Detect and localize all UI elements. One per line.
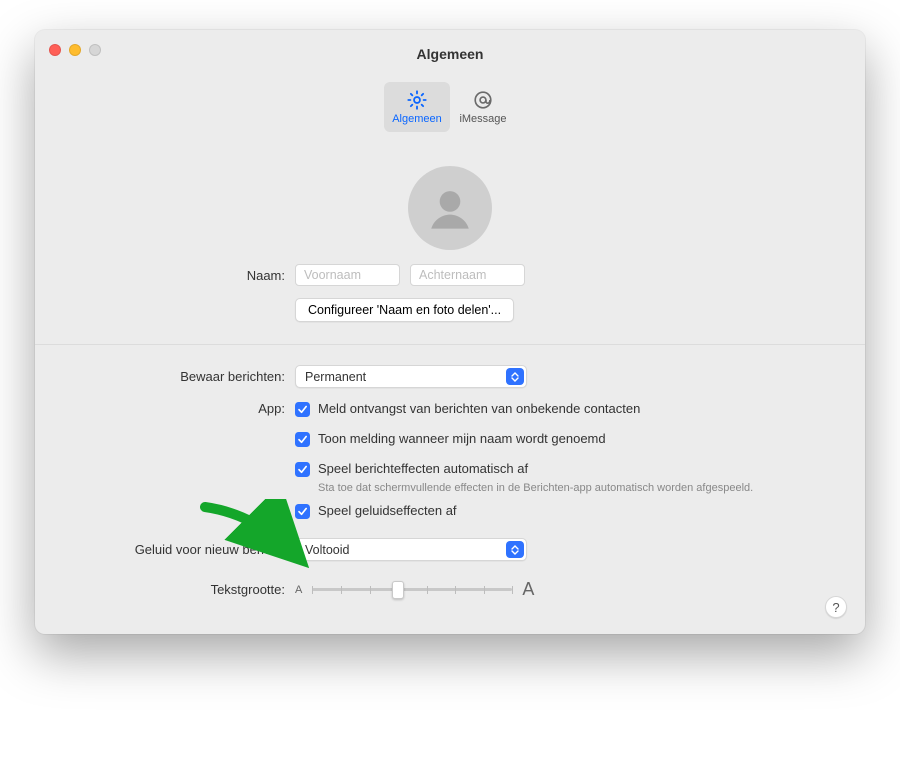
text-size-slider[interactable] [312, 580, 512, 600]
sound-value: Voltooid [305, 543, 349, 557]
tab-imessage-label: iMessage [459, 113, 506, 125]
help-button[interactable]: ? [825, 596, 847, 618]
close-button[interactable] [49, 44, 61, 56]
textsize-label: Tekstgrootte: [59, 582, 295, 597]
checkbox-sound-effects[interactable] [295, 504, 310, 519]
textsize-big: A [522, 579, 534, 600]
minimize-button[interactable] [69, 44, 81, 56]
content: Naam: Configureer 'Naam en foto delen'..… [35, 144, 865, 634]
row-text-size: Tekstgrootte: A A [59, 579, 841, 600]
tab-general-label: Algemeen [392, 113, 442, 125]
tab-bar: Algemeen iMessage [384, 82, 516, 132]
avatar[interactable] [408, 166, 492, 250]
row-configure: Configureer 'Naam en foto delen'... [59, 298, 841, 322]
gear-icon [406, 89, 428, 111]
effects-subtext: Sta toe dat schermvullende effecten in d… [318, 482, 841, 494]
name-label: Naam: [59, 268, 295, 283]
chevron-up-down-icon [506, 541, 524, 558]
check-row-unknown-contacts: Meld ontvangst van berichten van onbeken… [295, 398, 841, 420]
sound-label: Geluid voor nieuw bericht: [59, 542, 295, 557]
configure-name-photo-button[interactable]: Configureer 'Naam en foto delen'... [295, 298, 514, 322]
check-row-effects: Speel berichteffecten automatisch af [295, 458, 841, 480]
avatar-wrap [59, 166, 841, 250]
row-new-message-sound: Geluid voor nieuw bericht: Voltooid [59, 538, 841, 561]
first-name-input[interactable] [295, 264, 400, 286]
keep-label: Bewaar berichten: [59, 369, 295, 384]
checkbox-unknown-contacts[interactable] [295, 402, 310, 417]
app-label: App: [59, 398, 295, 416]
tab-imessage[interactable]: iMessage [450, 82, 516, 132]
row-keep-messages: Bewaar berichten: Permanent [59, 365, 841, 388]
checkbox-name-mentioned[interactable] [295, 432, 310, 447]
titlebar: Algemeen [35, 30, 865, 78]
last-name-input[interactable] [410, 264, 525, 286]
sound-effects-label: Speel geluidseffecten af [318, 503, 457, 518]
checkbox-effects[interactable] [295, 462, 310, 477]
zoom-button-disabled [89, 44, 101, 56]
slider-thumb[interactable] [392, 581, 404, 599]
traffic-lights [49, 44, 101, 56]
tab-general[interactable]: Algemeen [384, 82, 450, 132]
window-title: Algemeen [417, 46, 484, 62]
effects-label: Speel berichteffecten automatisch af [318, 461, 528, 476]
check-row-sound-effects: Speel geluidseffecten af [295, 500, 841, 522]
name-mentioned-label: Toon melding wanneer mijn naam wordt gen… [318, 431, 606, 446]
help-label: ? [832, 600, 839, 615]
row-name: Naam: [59, 264, 841, 286]
textsize-small: A [295, 584, 302, 596]
divider [35, 344, 865, 345]
new-message-sound-select[interactable]: Voltooid [295, 538, 527, 561]
at-icon [472, 89, 494, 111]
toolbar: Algemeen iMessage [35, 78, 865, 144]
chevron-up-down-icon [506, 368, 524, 385]
check-row-name-mentioned: Toon melding wanneer mijn naam wordt gen… [295, 428, 841, 450]
keep-messages-select[interactable]: Permanent [295, 365, 527, 388]
person-icon [420, 178, 480, 238]
row-app: App: Meld ontvangst van berichten van on… [59, 398, 841, 522]
keep-messages-value: Permanent [305, 370, 366, 384]
preferences-window: Algemeen Algemeen [35, 30, 865, 634]
unknown-contacts-label: Meld ontvangst van berichten van onbeken… [318, 401, 640, 416]
